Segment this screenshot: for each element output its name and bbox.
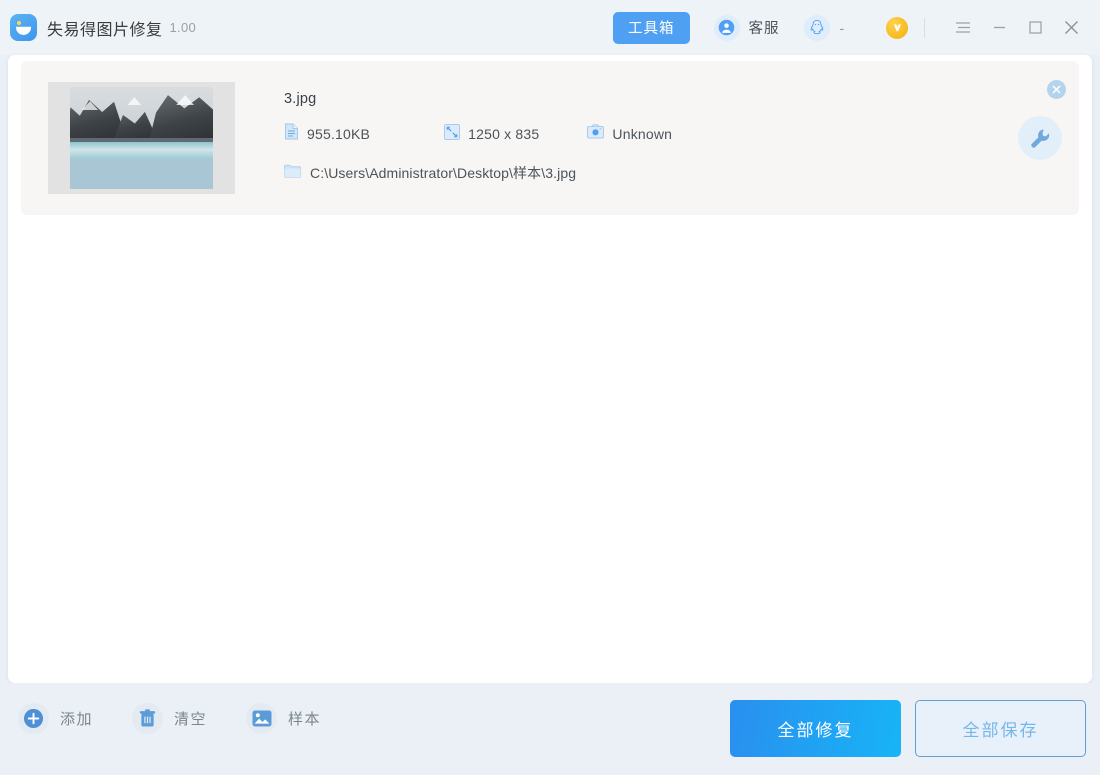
file-path-row: C:\Users\Administrator\Desktop\样本\3.jpg [284, 163, 576, 183]
folder-icon [284, 164, 301, 183]
hamburger-menu-icon[interactable] [948, 13, 978, 43]
file-size-item: 955.10KB [284, 123, 370, 145]
toolbox-button[interactable]: 工具箱 [613, 12, 690, 44]
trash-icon [132, 703, 163, 734]
camera-model-value: Unknown [612, 126, 672, 142]
repair-all-button[interactable]: 全部修复 [730, 700, 901, 757]
picture-icon [246, 703, 277, 734]
save-all-button[interactable]: 全部保存 [915, 700, 1086, 757]
footer-primary-actions: 全部修复 全部保存 [730, 700, 1086, 757]
vip-badge-icon[interactable] [886, 17, 908, 39]
plus-circle-icon [18, 703, 49, 734]
app-version: 1.00 [170, 20, 197, 35]
camera-icon [587, 124, 604, 144]
sample-button[interactable]: 样本 [246, 703, 321, 734]
close-icon[interactable] [1056, 13, 1086, 43]
clear-list-label: 清空 [174, 708, 207, 729]
minimize-icon[interactable] [984, 13, 1014, 43]
file-size-value: 955.10KB [307, 126, 370, 142]
qq-dash-label: - [840, 20, 845, 36]
header-divider [924, 18, 925, 38]
app-logo-icon [10, 14, 37, 41]
file-path-value: C:\Users\Administrator\Desktop\样本\3.jpg [310, 163, 576, 183]
customer-support-button[interactable]: 客服 [714, 15, 780, 41]
file-card[interactable]: 3.jpg 955.10KB [21, 61, 1079, 215]
document-icon [284, 123, 299, 145]
window-controls [886, 0, 1086, 55]
file-list-panel: 3.jpg 955.10KB [8, 55, 1092, 683]
close-circle-icon[interactable] [1047, 80, 1066, 99]
wrench-icon[interactable] [1018, 116, 1062, 160]
qq-contact-button[interactable]: - [804, 15, 845, 41]
file-dimensions-value: 1250 x 835 [468, 126, 539, 142]
clear-list-button[interactable]: 清空 [132, 703, 207, 734]
file-dimensions-item: 1250 x 835 [444, 124, 539, 145]
sample-label: 样本 [288, 708, 321, 729]
maximize-icon[interactable] [1020, 13, 1050, 43]
file-name: 3.jpg [284, 91, 316, 107]
footer-toolbar: 添加 清空 [0, 683, 1100, 775]
add-files-label: 添加 [60, 708, 93, 729]
title-bar: 失易得图片修复 1.00 工具箱 客服 - [0, 0, 1100, 55]
camera-model-item: Unknown [587, 124, 672, 144]
qq-penguin-icon [804, 15, 830, 41]
footer-left-actions: 添加 清空 [18, 703, 360, 734]
file-metadata-row: 955.10KB 1250 x 835 [284, 123, 672, 145]
resize-arrows-icon [444, 124, 460, 145]
image-thumbnail [48, 82, 235, 194]
add-files-button[interactable]: 添加 [18, 703, 93, 734]
header-center-actions: 工具箱 客服 - [613, 0, 844, 55]
customer-support-label: 客服 [749, 17, 780, 38]
headset-person-icon [714, 15, 740, 41]
app-title: 失易得图片修复 [47, 16, 163, 40]
